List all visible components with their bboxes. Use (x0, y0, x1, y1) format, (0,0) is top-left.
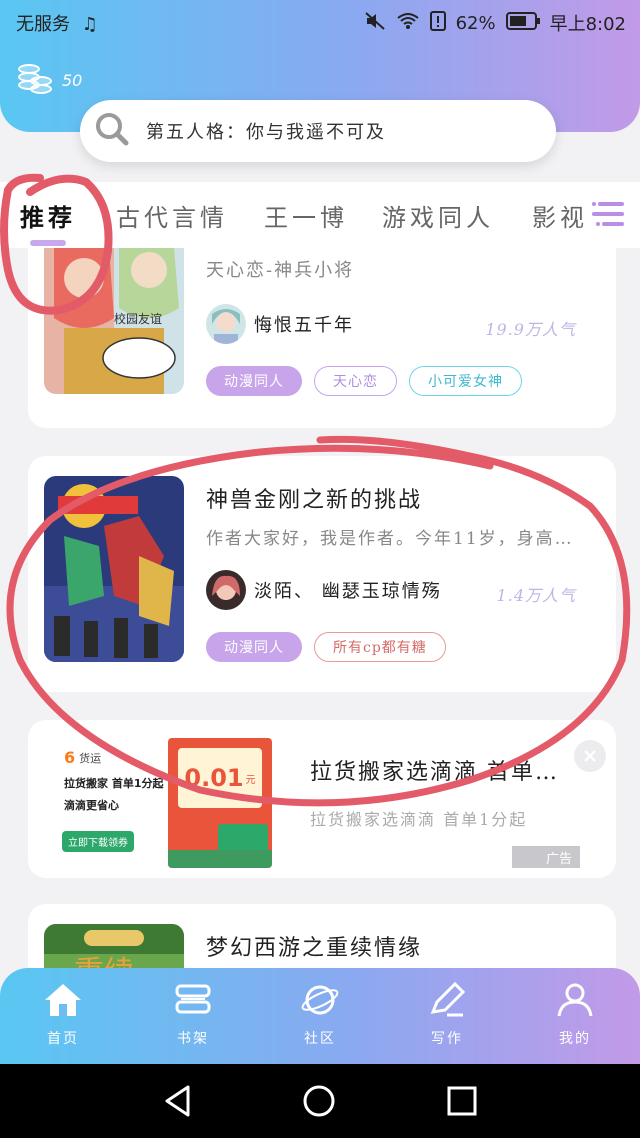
category-tabs: 推荐 古代言情 王一博 游戏同人 影视 (0, 182, 640, 248)
nav-write[interactable]: 写作 (402, 981, 492, 1048)
author-row: 悔恨五千年 (206, 304, 354, 344)
cover-image: 校园友谊 (44, 248, 184, 394)
author-name: 淡陌、 幽瑟玉琼情殇 (254, 581, 442, 602)
tag[interactable]: 天心恋 (314, 366, 397, 396)
cover-caption: 校园友谊 (114, 312, 163, 326)
tag[interactable]: 动漫同人 (206, 366, 302, 396)
back-icon[interactable] (162, 1084, 194, 1122)
tag[interactable]: 所有cp都有糖 (314, 632, 446, 662)
search-bar[interactable]: 第五人格：你与我遥不可及 (80, 100, 556, 162)
nav-community[interactable]: 社区 (275, 982, 365, 1048)
coins-icon (16, 62, 54, 98)
app-screen: 无服务 ♫ 62% 早上8:02 50 第五人格：你与我遥不可及 推荐 古代言情… (0, 0, 640, 1138)
novel-card[interactable]: 校园友谊 天心恋-神兵小将 悔恨五千年 19.9万人气 动漫同人 天心恋 小可爱… (28, 248, 616, 428)
category-menu-icon[interactable] (588, 192, 632, 236)
user-icon (555, 983, 595, 1022)
tab-game-fanfic[interactable]: 游戏同人 (382, 198, 494, 233)
nav-community-label: 社区 (304, 1031, 336, 1047)
tab-wang-yibo[interactable]: 王一博 (264, 198, 348, 233)
tag[interactable]: 小可爱女神 (409, 366, 522, 396)
nav-bookshelf-label: 书架 (177, 1031, 209, 1047)
author-name: 悔恨五千年 (254, 315, 354, 336)
pen-icon (427, 981, 467, 1022)
sim-alert-icon (429, 10, 446, 36)
clock-text: 早上8:02 (549, 14, 626, 35)
tag-list: 动漫同人 所有cp都有糖 (206, 632, 446, 662)
planet-icon (300, 985, 340, 1022)
active-tab-indicator (30, 240, 66, 246)
ad-coupon-unit: 元 (245, 774, 256, 786)
tab-ancient-romance[interactable]: 古代言情 (116, 198, 228, 233)
ad-description: 拉货搬家选滴滴 首单1分起 (310, 810, 528, 829)
popularity: 19.9万人气 (485, 320, 576, 339)
popularity: 1.4万人气 (496, 586, 576, 605)
bookshelf-icon (173, 984, 213, 1022)
battery-percent: 62% (455, 12, 496, 34)
novel-card[interactable]: 神兽金刚之新的挑战 作者大家好，我是作者。今年11岁，身高… 淡陌、 幽瑟玉琼情… (28, 456, 616, 692)
ad-brand: 货运 (79, 751, 102, 765)
ad-line1: 拉货搬家 首单1分起 (64, 777, 164, 790)
ad-card[interactable]: 6 货运 拉货搬家 首单1分起 滴滴更省心 立即下载领券 0.01 元 拉货搬家… (28, 720, 616, 878)
nav-profile-label: 我的 (559, 1031, 591, 1047)
tag-list: 动漫同人 天心恋 小可爱女神 (206, 366, 522, 396)
status-right: 62% 早上8:02 (364, 10, 626, 36)
search-placeholder: 第五人格：你与我遥不可及 (146, 122, 386, 143)
status-bar: 无服务 ♫ 62% 早上8:02 (0, 0, 640, 44)
music-icon: ♫ (81, 14, 98, 35)
search-icon (94, 111, 130, 151)
tab-film[interactable]: 影视 (532, 198, 588, 233)
wifi-icon (396, 12, 420, 35)
ad-logo-icon: 6 (64, 748, 76, 767)
ad-cta-button[interactable]: 立即下载领券 (62, 831, 134, 852)
author-avatar (206, 570, 246, 610)
nav-home-label: 首页 (47, 1031, 79, 1047)
mute-icon (364, 11, 386, 36)
nav-home[interactable]: 首页 (18, 982, 108, 1048)
ad-coupon-image: 0.01 元 (168, 738, 272, 868)
ad-coupon-value: 0.01 (184, 764, 244, 792)
home-button-icon[interactable] (302, 1084, 336, 1122)
bottom-nav: 首页 书架 社区 写作 我的 (0, 968, 640, 1064)
card-description: 作者大家好，我是作者。今年11岁，身高… (206, 529, 574, 549)
recent-apps-icon[interactable] (446, 1084, 478, 1122)
card-title: 神兽金刚之新的挑战 (206, 488, 423, 513)
ad-left-image: 6 货运 拉货搬家 首单1分起 滴滴更省心 立即下载领券 (44, 736, 164, 862)
cover-image (44, 476, 184, 662)
ad-badge: 广告 (512, 846, 580, 868)
ad-close-icon[interactable] (574, 740, 606, 772)
author-avatar (206, 304, 246, 344)
battery-icon (505, 11, 540, 35)
nav-profile[interactable]: 我的 (530, 982, 620, 1048)
tag[interactable]: 动漫同人 (206, 632, 302, 662)
nav-write-label: 写作 (431, 1031, 463, 1047)
home-icon (43, 984, 83, 1022)
ad-badge-label: 广告 (545, 851, 572, 867)
author-row: 淡陌、 幽瑟玉琼情殇 (206, 570, 442, 610)
status-left: 无服务 ♫ (16, 10, 98, 36)
ad-title: 拉货搬家选滴滴 首单1… (310, 760, 570, 785)
ad-line2: 滴滴更省心 (64, 799, 119, 812)
tab-recommend[interactable]: 推荐 (20, 198, 76, 233)
card-title: 梦幻西游之重续情缘 (206, 936, 423, 961)
nav-bookshelf[interactable]: 书架 (148, 982, 238, 1048)
card-title: 天心恋-神兵小将 (206, 260, 355, 281)
coin-balance[interactable]: 50 (16, 62, 82, 98)
carrier-text: 无服务 (16, 14, 70, 35)
coin-count: 50 (62, 70, 83, 90)
system-nav-bar (0, 1064, 640, 1138)
